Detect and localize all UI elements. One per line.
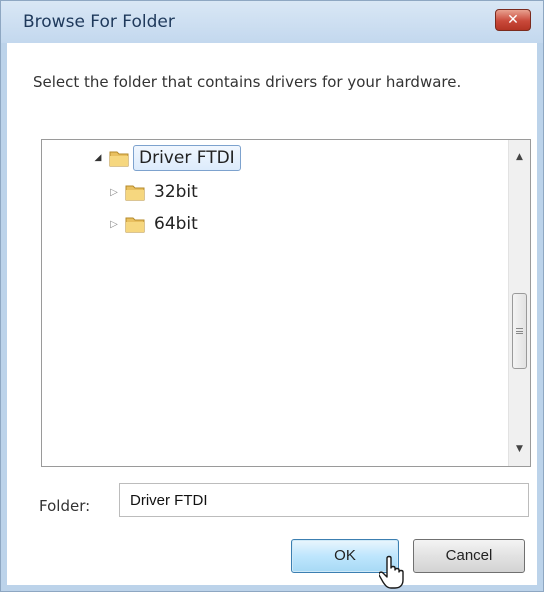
folder-icon	[125, 217, 145, 233]
folder-input[interactable]	[119, 483, 529, 517]
scrollbar-thumb[interactable]	[512, 293, 527, 369]
tree-node-64bit[interactable]: ▷ 64bit	[106, 209, 203, 239]
folder-label: Folder:	[39, 497, 91, 515]
window-title: Browse For Folder	[23, 12, 175, 32]
tree-node-label[interactable]: Driver FTDI	[133, 145, 241, 171]
folder-tree[interactable]: ◢ Driver FTDI ▷ 32bit ▷ 64bit ▲ ▼	[41, 139, 531, 467]
cancel-button[interactable]: Cancel	[413, 539, 525, 573]
scroll-down-arrow-icon[interactable]: ▼	[509, 438, 530, 460]
hand-cursor-icon	[379, 555, 404, 589]
tree-node-label[interactable]: 32bit	[149, 180, 203, 204]
close-icon: ✕	[507, 12, 519, 28]
expand-arrow-icon[interactable]: ▷	[106, 187, 122, 198]
title-bar[interactable]: Browse For Folder ✕	[1, 1, 543, 43]
dialog-description: Select the folder that contains drivers …	[33, 73, 462, 91]
browse-for-folder-dialog: Browse For Folder ✕ Select the folder th…	[0, 0, 544, 592]
scroll-up-arrow-icon[interactable]: ▲	[509, 146, 530, 168]
tree-node-32bit[interactable]: ▷ 32bit	[106, 177, 203, 207]
vertical-scrollbar[interactable]: ▲ ▼	[508, 140, 530, 466]
expand-arrow-icon[interactable]: ▷	[106, 219, 122, 230]
folder-icon	[125, 185, 145, 201]
grip-icon	[516, 328, 523, 334]
tree-node-driver-ftdi[interactable]: ◢ Driver FTDI	[90, 143, 241, 173]
folder-icon	[109, 151, 129, 167]
tree-node-label[interactable]: 64bit	[149, 212, 203, 236]
collapse-arrow-icon[interactable]: ◢	[90, 153, 106, 163]
close-button[interactable]: ✕	[495, 9, 531, 31]
